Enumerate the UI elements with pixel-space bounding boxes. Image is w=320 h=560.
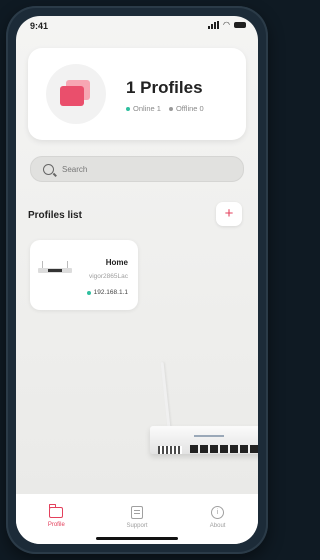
profile-card-home[interactable]: Home vigor2865Lac 192.168.1.1	[30, 240, 138, 310]
status-bar: 9:41 ◠	[16, 16, 258, 38]
info-icon: i	[211, 505, 225, 519]
app-screen: 9:41 ◠ 1 Profiles Online 1 Offline 0 Sea…	[16, 16, 258, 544]
offline-status: Offline 0	[168, 104, 204, 113]
online-status: Online 1	[126, 104, 161, 113]
status-time: 9:41	[30, 21, 49, 31]
add-profile-button[interactable]: +	[216, 202, 242, 226]
profile-name: Home	[105, 258, 128, 267]
router-icon	[38, 261, 72, 273]
home-indicator	[96, 537, 178, 540]
tab-profile-label: Profile	[47, 521, 65, 528]
profiles-stack-icon	[60, 80, 92, 106]
tab-support[interactable]: Support	[107, 505, 167, 529]
profile-model: vigor2865Lac	[88, 273, 128, 280]
router-illustration	[150, 362, 258, 458]
profiles-status-summary: Online 1 Offline 0	[126, 104, 204, 113]
online-count: Online 1	[133, 104, 161, 113]
online-dot-icon	[86, 290, 91, 295]
offline-dot-icon	[168, 106, 173, 111]
search-icon	[43, 163, 54, 175]
tab-support-label: Support	[126, 522, 148, 529]
tab-about-label: About	[209, 522, 226, 529]
status-icons: ◠	[208, 21, 246, 29]
router-antenna	[160, 362, 171, 428]
profile-ip-text: 192.168.1.1	[93, 289, 128, 296]
tab-about[interactable]: i About	[188, 505, 248, 529]
battery-icon	[234, 22, 246, 28]
folder-icon	[49, 503, 64, 518]
profiles-count: 1 Profiles	[126, 78, 203, 97]
profiles-list-heading: Profiles list	[28, 210, 82, 221]
router-chassis	[150, 426, 258, 454]
search-placeholder: Search	[62, 164, 88, 174]
offline-count: Offline 0	[175, 104, 204, 113]
profile-ip-address: 192.168.1.1	[86, 289, 128, 296]
tab-profile[interactable]: Profile	[26, 503, 86, 528]
signal-icon	[208, 21, 220, 29]
profiles-summary-card: 1 Profiles Online 1 Offline 0	[28, 48, 246, 140]
online-dot-icon	[126, 106, 130, 111]
search-input[interactable]: Search	[30, 156, 244, 182]
wifi-icon: ◠	[223, 20, 230, 29]
support-icon	[130, 505, 143, 519]
profiles-icon-badge	[46, 64, 106, 124]
